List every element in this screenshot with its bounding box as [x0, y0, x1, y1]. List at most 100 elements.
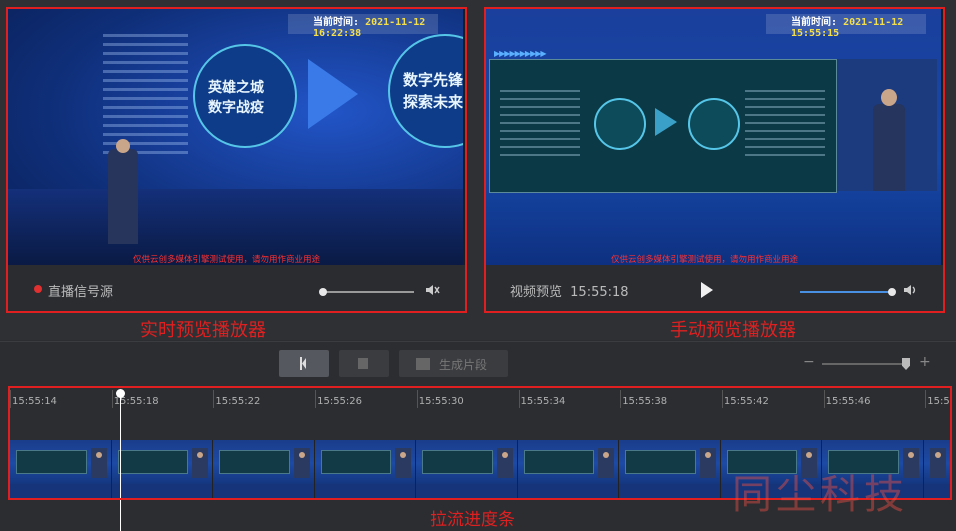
timeline-tick-mark [925, 390, 927, 408]
thumb-speaker [293, 448, 310, 478]
thumb-strip [416, 484, 517, 498]
speaker-figure [108, 149, 138, 244]
live-control-bar: 直播信号源 [8, 265, 465, 311]
clip-icon [416, 358, 430, 370]
timeline-tick-mark [518, 390, 520, 408]
thumb-speaker [699, 448, 716, 478]
thumb-speaker [598, 448, 614, 478]
timeline-tick-label: 15:55:38 [622, 396, 668, 407]
play-icon[interactable] [700, 281, 714, 299]
thumb-strip [10, 484, 111, 498]
timeline-tick-mark [721, 390, 723, 408]
timeline-caption: 拉流进度条 [430, 510, 515, 530]
timeline-tick-label: 15:55:34 [520, 396, 566, 407]
timeline-tick-mark [111, 390, 113, 408]
live-source-label: 直播信号源 [48, 285, 114, 300]
slide-lines-right [745, 90, 825, 160]
speaker-face [881, 89, 897, 106]
arrow-graphic [308, 59, 358, 129]
timeline-tick-label: 15:55:42 [723, 396, 769, 407]
manual-preview-player: ▶▶▶▶▶▶▶▶▶▶ 当前时间: 2021-11-12 15:55:15 仅供云… [486, 9, 943, 311]
timeline-thumbnail [10, 440, 112, 498]
thumb-strip [619, 484, 720, 498]
timeline-thumbnail [517, 440, 619, 498]
time-overlay-label: 当前时间: [791, 17, 838, 28]
live-volume-knob[interactable] [319, 288, 327, 296]
manual-time-overlay: 当前时间: 2021-11-12 15:55:15 [791, 13, 941, 39]
timeline-thumbnail [213, 440, 315, 498]
mark-out-icon [358, 358, 368, 369]
test-watermark: 仅供云创多媒体引擎测试使用，请勿用作商业用途 [611, 255, 799, 265]
thumb-strip [314, 484, 415, 498]
timeline-tick-label: 15:55:30 [418, 396, 464, 407]
timeline-tick-label: 15:55:46 [825, 396, 871, 407]
thumb-speaker [90, 448, 107, 478]
mark-in-icon [300, 357, 306, 370]
timeline-tick-mark [416, 390, 418, 408]
preview-label: 视频预览 [510, 285, 563, 300]
mute-icon[interactable] [424, 282, 440, 298]
live-volume-track[interactable] [322, 291, 414, 293]
manual-volume-knob[interactable] [888, 288, 896, 296]
thumb-slide [117, 450, 188, 474]
timeline-tick-label: 15:55:22 [215, 396, 261, 407]
zoom-out-icon[interactable]: − [803, 355, 815, 369]
zoom-in-icon[interactable]: + [919, 355, 931, 369]
timeline-thumbnail [111, 440, 213, 498]
manual-volume-track[interactable] [800, 291, 892, 293]
preview-info: 视频预览 15:55:18 [510, 281, 629, 300]
timeline-thumbnail [314, 440, 416, 498]
playhead-line[interactable] [120, 392, 121, 531]
arrows-strip: ▶▶▶▶▶▶▶▶▶▶ [494, 49, 547, 58]
slide-circle-a [594, 98, 646, 150]
thumb-strip [923, 484, 950, 498]
thumb-strip [517, 484, 618, 498]
slide-title-2: 数字战疫 [208, 100, 264, 116]
timeline-tick-label: 15:55:14 [12, 396, 57, 407]
mark-out-button[interactable] [339, 350, 389, 377]
test-watermark: 仅供云创多媒体引擎测试使用，请勿用作商业用途 [133, 255, 321, 265]
zoom-slider-handle[interactable] [902, 358, 910, 370]
timeline-tick-label: 15:55:26 [317, 396, 363, 407]
thumb-speaker [192, 448, 208, 478]
slide-circle-b [688, 98, 740, 150]
brand-watermark: 同尘科技 [732, 472, 908, 518]
timeline-thumbnail [416, 440, 518, 498]
thumb-slide [523, 450, 594, 474]
manual-video-frame[interactable]: ▶▶▶▶▶▶▶▶▶▶ 当前时间: 2021-11-12 15:55:15 仅供云… [486, 9, 941, 265]
thumb-slide [422, 450, 493, 474]
slide-title-4: 探索未来 [403, 93, 463, 111]
timeline-tick-mark [315, 390, 317, 408]
time-overlay-label: 当前时间: [313, 17, 360, 28]
manual-control-bar: 视频预览 15:55:18 [486, 265, 943, 311]
thumb-slide [320, 450, 391, 474]
timeline-thumbnail [619, 440, 721, 498]
live-player-caption: 实时预览播放器 [140, 320, 266, 341]
speaker-body [873, 104, 905, 191]
section-divider [0, 341, 956, 342]
live-time-overlay: 当前时间: 2021-11-12 16:22:38 [313, 13, 463, 39]
slide-title-3: 数字先锋 [403, 71, 463, 89]
zoom-slider-track[interactable] [822, 363, 910, 365]
thumb-slide [219, 450, 290, 474]
slide-text-block [103, 34, 188, 159]
thumb-strip [111, 484, 212, 498]
live-status-dot [34, 285, 42, 293]
thumb-speaker [395, 448, 411, 478]
mark-in-button[interactable] [279, 350, 329, 377]
timeline-tick-mark [823, 390, 825, 408]
speaker-panel [837, 59, 937, 191]
thumb-speaker [496, 448, 513, 478]
generate-clip-button[interactable]: 生成片段 [399, 350, 508, 377]
live-preview-player: 英雄之城 数字战疫 数字先锋 探索未来 当前时间: 2021-11-12 16:… [8, 9, 465, 311]
playhead-handle[interactable] [116, 389, 125, 398]
timeline-tick-mark [213, 390, 215, 408]
preview-time: 15:55:18 [570, 285, 629, 300]
manual-player-caption: 手动预览播放器 [670, 320, 796, 341]
live-video-frame[interactable]: 英雄之城 数字战疫 数字先锋 探索未来 当前时间: 2021-11-12 16:… [8, 9, 463, 265]
slide-arrow [655, 108, 677, 136]
slide-lines-left [500, 90, 580, 160]
volume-icon[interactable] [902, 282, 918, 298]
timeline-tick-label: 15:55 [927, 396, 950, 407]
embedded-slide [489, 59, 837, 193]
